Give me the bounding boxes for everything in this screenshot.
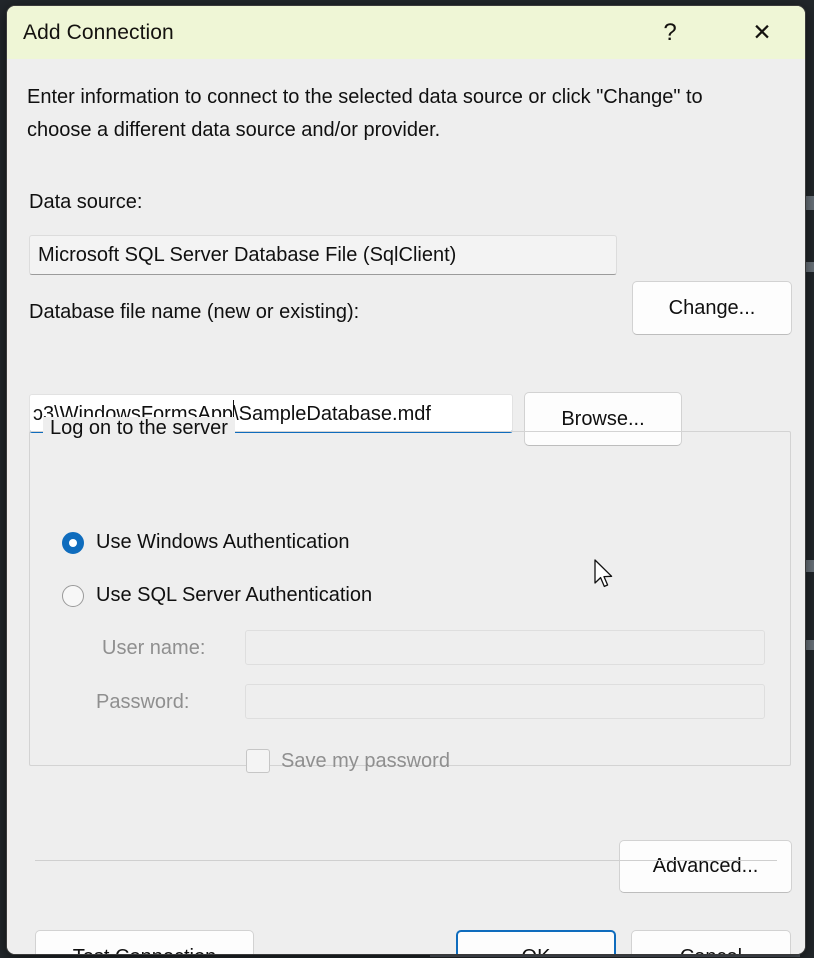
radio-selected-icon (62, 532, 84, 554)
radio-windows-authentication-label: Use Windows Authentication (96, 531, 349, 554)
radio-sql-server-authentication[interactable]: Use SQL Server Authentication (62, 584, 372, 607)
radio-unselected-icon (62, 585, 84, 607)
user-name-label: User name: (102, 637, 205, 660)
data-source-value: Microsoft SQL Server Database File (SqlC… (38, 244, 456, 267)
footer-separator (35, 860, 777, 861)
save-password-checkbox-row: Save my password (246, 749, 450, 773)
user-name-input (245, 630, 765, 665)
add-connection-dialog: Add Connection ? ✕ Enter information to … (6, 5, 806, 955)
password-input (245, 684, 765, 719)
radio-sql-server-authentication-label: Use SQL Server Authentication (96, 584, 372, 607)
dialog-body: Enter information to connect to the sele… (7, 59, 805, 954)
checkbox-unchecked-icon (246, 749, 270, 773)
password-label: Password: (96, 691, 189, 714)
database-file-label: Database file name (new or existing): (29, 301, 359, 324)
test-connection-button[interactable]: Test Connection (35, 930, 254, 955)
radio-windows-authentication[interactable]: Use Windows Authentication (62, 531, 349, 554)
advanced-button[interactable]: Advanced... (619, 840, 792, 893)
ok-button[interactable]: OK (456, 930, 616, 955)
dialog-titlebar: Add Connection ? ✕ (7, 6, 805, 59)
background-bleed (806, 196, 814, 210)
dialog-title: Add Connection (23, 21, 174, 45)
cancel-button[interactable]: Cancel (631, 930, 791, 955)
change-button[interactable]: Change... (632, 281, 792, 335)
data-source-label: Data source: (29, 191, 142, 214)
database-file-text-after-caret: \SampleDatabase.mdf (233, 403, 431, 425)
intro-text: Enter information to connect to the sele… (27, 81, 727, 147)
logon-groupbox-legend: Log on to the server (43, 417, 235, 440)
background-bleed (806, 640, 814, 650)
save-password-label: Save my password (281, 750, 450, 773)
background-bleed (806, 560, 814, 572)
close-icon[interactable]: ✕ (739, 6, 785, 59)
data-source-input[interactable]: Microsoft SQL Server Database File (SqlC… (29, 235, 617, 275)
background-bleed (806, 262, 814, 272)
help-icon[interactable]: ? (647, 6, 693, 59)
